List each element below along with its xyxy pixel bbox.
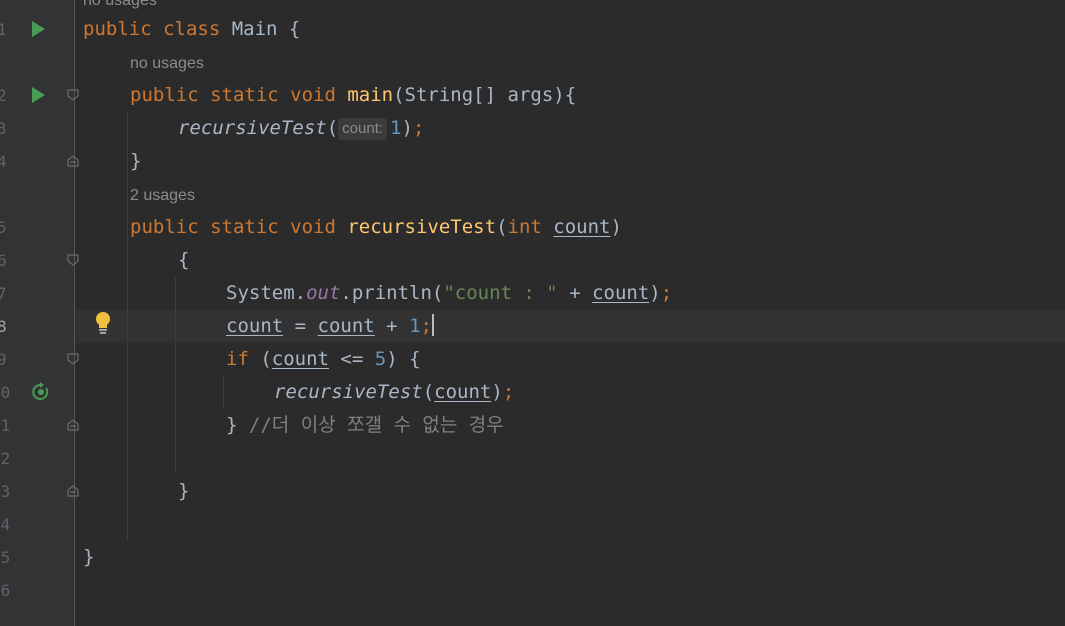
- line-number: 11: [0, 416, 11, 435]
- line-number: 16: [0, 581, 11, 600]
- code-line-13: }: [178, 480, 190, 502]
- comment: //더 이상 쪼갤 수 없는 경우: [248, 414, 504, 436]
- operator: =: [283, 315, 318, 337]
- number-literal: 1: [390, 117, 402, 139]
- line-number: 6: [0, 251, 7, 270]
- line-number: 1: [0, 20, 7, 39]
- indent-guide: [223, 376, 224, 409]
- usages-hint[interactable]: 2 usages: [130, 179, 195, 212]
- code-line-2: public static void main(String[] args){: [130, 79, 576, 112]
- code-text: (: [248, 348, 272, 370]
- usages-hint[interactable]: no usages: [130, 47, 204, 80]
- parameter: count: [553, 216, 611, 238]
- code-text: ): [610, 216, 622, 238]
- line-number: 15: [0, 548, 11, 567]
- number-literal: 1: [409, 315, 421, 337]
- current-line-highlight: [75, 310, 1065, 343]
- method-name: main: [347, 84, 394, 106]
- code-text: .println(: [340, 282, 444, 304]
- class-ref: System.: [226, 282, 307, 304]
- code-text: (: [422, 381, 435, 403]
- code-line-5: public static void recursiveTest(int cou…: [130, 211, 622, 244]
- semicolon: ;: [412, 117, 425, 139]
- code-text: ) {: [386, 348, 421, 370]
- semicolon: ;: [660, 282, 673, 304]
- code-line-15: }: [83, 546, 95, 568]
- code-text: (String[] args){: [393, 84, 577, 106]
- method-call: recursiveTest: [274, 381, 423, 403]
- semicolon: ;: [420, 315, 432, 337]
- code-text: ): [491, 381, 503, 403]
- line-number: 2: [0, 86, 7, 105]
- text-caret: [431, 314, 434, 336]
- method-name: recursiveTest: [347, 216, 497, 238]
- number-literal: 5: [374, 348, 387, 370]
- keyword: public class: [83, 18, 232, 40]
- indent-guide: [175, 277, 176, 473]
- variable: count: [317, 315, 375, 337]
- code-line-11: } //더 이상 쪼갤 수 없는 경우: [226, 409, 504, 442]
- lightbulb-icon[interactable]: [94, 311, 112, 335]
- line-number: 3: [0, 119, 7, 138]
- keyword: public static void: [130, 84, 348, 106]
- line-number: 7: [0, 284, 7, 303]
- variable: count: [271, 348, 329, 370]
- code-line-9: if (count <= 5) {: [226, 343, 421, 376]
- code-text: (: [496, 216, 508, 238]
- code-line-1: public class Main {: [83, 13, 300, 46]
- code-text: ): [649, 282, 661, 304]
- class-name: Main: [231, 18, 278, 40]
- string-literal: "count : ": [443, 282, 558, 304]
- code-text: ): [401, 117, 413, 139]
- line-number: 10: [0, 383, 11, 402]
- operator: +: [557, 282, 593, 304]
- line-number: 9: [0, 350, 7, 369]
- keyword: if: [226, 348, 249, 370]
- variable: count: [592, 282, 650, 304]
- variable: count: [226, 315, 284, 337]
- indent-guide: [127, 112, 128, 540]
- keyword: int: [507, 216, 554, 238]
- run-icon[interactable]: [32, 21, 45, 37]
- static-field: out: [306, 282, 341, 304]
- operator: +: [374, 315, 410, 337]
- line-number: 13: [0, 482, 11, 501]
- code-line-6: {: [178, 249, 190, 271]
- parameter-hint: count:: [338, 118, 388, 140]
- keyword: public static void: [130, 216, 348, 238]
- variable: count: [434, 381, 492, 403]
- code-text: }: [226, 414, 249, 436]
- line-number: 4: [0, 152, 7, 171]
- line-number: 12: [0, 449, 11, 468]
- code-text: (: [326, 117, 339, 139]
- line-number: 14: [0, 515, 11, 534]
- line-number: 5: [0, 218, 7, 237]
- code-line-4: }: [130, 150, 142, 172]
- code-line-8: count = count + 1;: [226, 310, 434, 343]
- code-line-7: System.out.println("count : " + count);: [226, 277, 672, 310]
- semicolon: ;: [502, 381, 515, 403]
- operator: <=: [328, 348, 375, 370]
- code-text: {: [277, 18, 301, 40]
- recursive-call-icon: [32, 382, 49, 400]
- line-number-current: 8: [0, 317, 7, 336]
- code-line-3: recursiveTest(count: 1);: [178, 112, 424, 145]
- run-icon[interactable]: [32, 87, 45, 103]
- code-line-10: recursiveTest(count);: [274, 376, 514, 409]
- method-call: recursiveTest: [178, 117, 327, 139]
